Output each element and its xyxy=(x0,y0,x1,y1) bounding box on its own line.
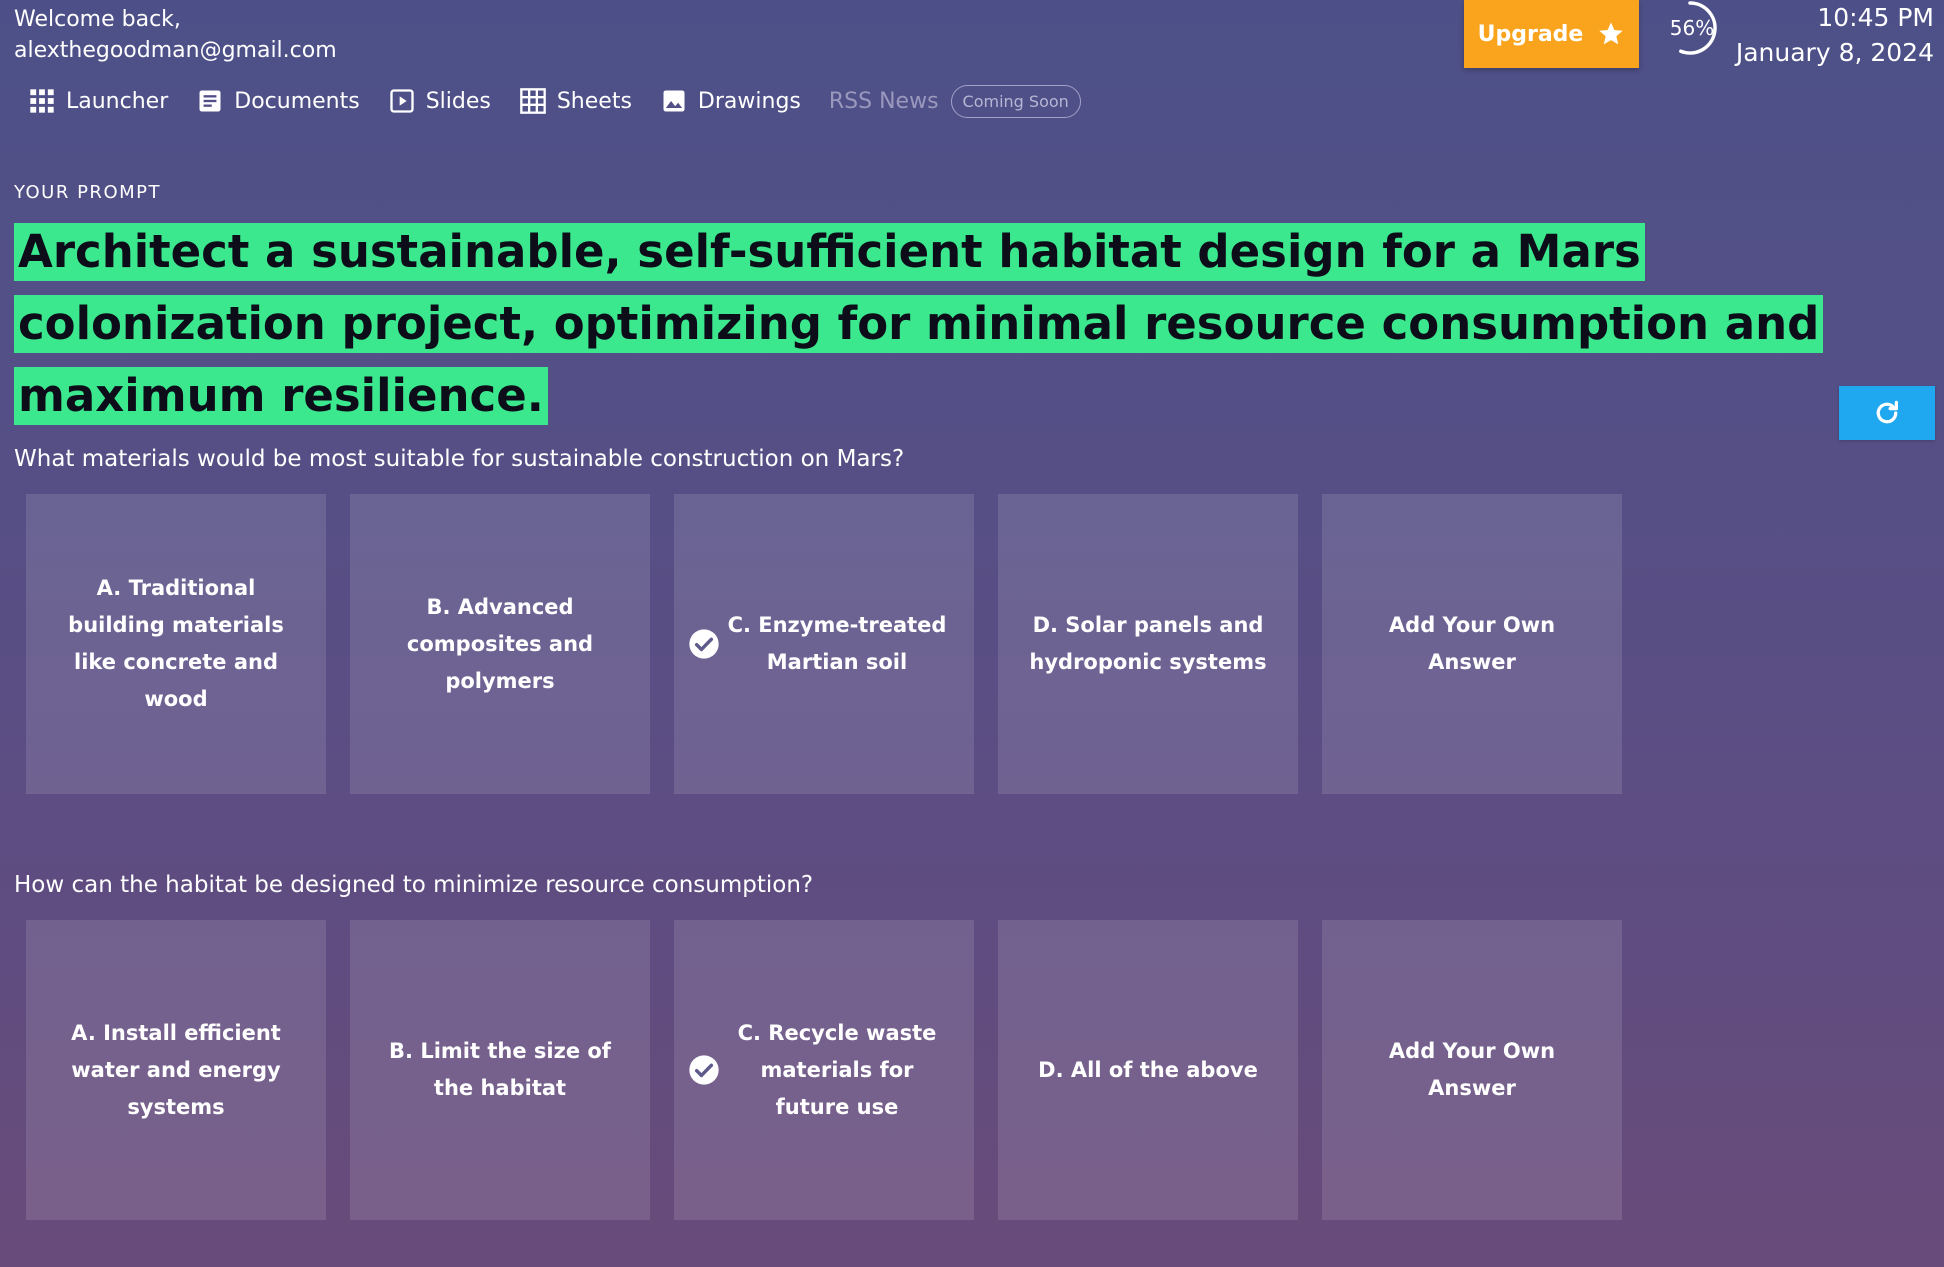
clock-time: 10:45 PM xyxy=(1817,3,1934,32)
option-label: B. Limit the size of the habitat xyxy=(389,1039,611,1100)
slides-icon xyxy=(390,89,414,113)
nav-drawings-label: Drawings xyxy=(697,88,801,114)
option-label: A. Traditional building materials like c… xyxy=(68,576,284,711)
welcome-message: Welcome back, alexthegoodman@gmail.com xyxy=(14,4,337,66)
nav-launcher-label: Launcher xyxy=(66,88,169,114)
prompt-text: Architect a sustainable, self-sufficient… xyxy=(14,216,1924,432)
option-card[interactable]: D. All of the above xyxy=(998,920,1298,1220)
option-label: B. Advanced composites and polymers xyxy=(406,594,594,693)
option-card[interactable]: D. Solar panels and hydroponic systems xyxy=(998,494,1298,794)
clock: 10:45 PM January 8, 2024 xyxy=(1736,0,1934,70)
clock-date: January 8, 2024 xyxy=(1735,38,1934,67)
check-circle-icon xyxy=(689,629,719,659)
progress-label: 56% xyxy=(1669,16,1715,40)
option-card[interactable]: A. Install efficient water and energy sy… xyxy=(26,920,326,1220)
option-card[interactable]: C. Recycle waste materials for future us… xyxy=(674,920,974,1220)
grid-icon xyxy=(30,89,54,113)
question-1-options: A. Traditional building materials like c… xyxy=(26,494,1622,794)
app-nav: Launcher Documents Slides Sheets Drawing… xyxy=(28,82,1081,120)
nav-sheets-label: Sheets xyxy=(556,88,632,114)
option-label: D. All of the above xyxy=(1038,1057,1258,1082)
coming-soon-badge: Coming Soon xyxy=(950,84,1081,118)
option-label: Add Your Own Answer xyxy=(1388,613,1556,674)
add-own-answer-card[interactable]: Add Your Own Answer xyxy=(1322,920,1622,1220)
option-label: Add Your Own Answer xyxy=(1388,1039,1556,1100)
option-card[interactable]: B. Advanced composites and polymers xyxy=(350,494,650,794)
question-2: How can the habitat be designed to minim… xyxy=(14,872,814,898)
option-card[interactable]: C. Enzyme-treated Martian soil xyxy=(674,494,974,794)
nav-documents[interactable]: Documents xyxy=(196,87,360,115)
user-email: alexthegoodman@gmail.com xyxy=(14,38,337,63)
refresh-icon xyxy=(1876,400,1898,424)
question-2-options: A. Install efficient water and energy sy… xyxy=(26,920,1622,1220)
star-icon xyxy=(1599,22,1624,45)
usage-progress-indicator: 56% xyxy=(1660,0,1724,60)
nav-slides-label: Slides xyxy=(425,88,491,114)
nav-rss-label: RSS News xyxy=(828,88,939,114)
option-label: D. Solar panels and hydroponic systems xyxy=(1029,613,1267,674)
option-card[interactable]: A. Traditional building materials like c… xyxy=(26,494,326,794)
option-label: C. Enzyme-treated Martian soil xyxy=(727,613,947,674)
image-icon xyxy=(663,90,685,112)
nav-slides[interactable]: Slides xyxy=(388,87,491,115)
document-icon xyxy=(199,90,221,112)
upgrade-button[interactable]: Upgrade xyxy=(1464,0,1639,68)
nav-drawings[interactable]: Drawings xyxy=(660,87,801,115)
option-label: C. Recycle waste materials for future us… xyxy=(737,1020,937,1119)
prompt-label: YOUR PROMPT xyxy=(14,182,161,203)
table-icon xyxy=(520,88,546,114)
nav-rss-news: RSS News xyxy=(829,89,939,114)
option-label: A. Install efficient water and energy sy… xyxy=(71,1020,281,1119)
nav-documents-label: Documents xyxy=(234,88,360,114)
upgrade-label: Upgrade xyxy=(1477,21,1584,47)
nav-sheets[interactable]: Sheets xyxy=(519,87,632,115)
check-circle-icon xyxy=(689,1055,719,1085)
option-card[interactable]: B. Limit the size of the habitat xyxy=(350,920,650,1220)
refresh-button[interactable] xyxy=(1839,386,1935,440)
nav-launcher[interactable]: Launcher xyxy=(28,87,168,115)
prompt-highlight: Architect a sustainable, self-sufficient… xyxy=(14,223,1824,425)
add-own-answer-card[interactable]: Add Your Own Answer xyxy=(1322,494,1622,794)
question-1: What materials would be most suitable fo… xyxy=(14,446,905,472)
welcome-line: Welcome back, xyxy=(14,7,181,32)
